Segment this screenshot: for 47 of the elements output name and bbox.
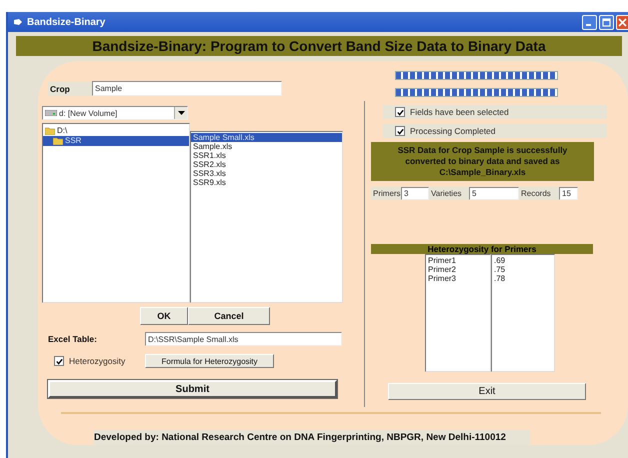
file-item[interactable]: Sample Small.xls <box>191 133 342 142</box>
primer-name: Primer3 <box>427 274 458 283</box>
ok-button[interactable]: OK <box>140 307 188 325</box>
heterozygosity-value: .75 <box>493 265 506 274</box>
stat-label: Primers <box>371 187 401 200</box>
stat-field[interactable]: 15 <box>559 187 578 200</box>
folder-item[interactable]: D:\ <box>43 126 189 136</box>
minimize-icon[interactable] <box>582 14 597 30</box>
stat-label: Varieties <box>429 187 469 200</box>
primer-name: Primer2 <box>427 265 458 274</box>
exit-button[interactable]: Exit <box>388 383 586 400</box>
checkbox[interactable] <box>54 356 64 366</box>
excel-table-label: Excel Table: <box>48 334 98 344</box>
table-title: Heterozygosity for Primers <box>371 244 593 254</box>
maximize-icon[interactable] <box>599 14 614 30</box>
stat-field[interactable]: 5 <box>469 187 519 200</box>
close-icon[interactable] <box>616 14 628 30</box>
footer-credit: Developed by: National Research Centre on DNA Fingerprinting, NBPGR, New Delhi-110012 <box>94 430 530 445</box>
file-item[interactable]: SSR2.xls <box>191 160 342 169</box>
folder-item[interactable]: SSR <box>43 136 189 146</box>
drive-value: d: [New Volume] <box>59 108 118 118</box>
cancel-button[interactable]: Cancel <box>188 307 270 325</box>
program-header: Bandsize-Binary: Program to Convert Band Size Data to Binary Data <box>16 36 622 56</box>
file-item[interactable]: SSR3.xls <box>191 169 342 178</box>
file-item[interactable]: Sample.xls <box>191 142 342 151</box>
file-item[interactable]: SSR1.xls <box>191 151 342 160</box>
submit-button[interactable]: Submit <box>48 380 337 398</box>
checkbox[interactable] <box>395 126 405 136</box>
checkbox[interactable] <box>395 107 405 117</box>
stat-field[interactable]: 3 <box>401 187 429 200</box>
window-title: Bandsize-Binary <box>27 16 106 28</box>
stat-label: Records <box>519 187 559 200</box>
drive-dropdown[interactable]: d: [New Volume] <box>42 106 188 120</box>
heterozygosity-value: .78 <box>493 274 506 283</box>
crop-field[interactable]: Sample <box>92 81 282 96</box>
heterozygosity-value: .69 <box>493 256 506 265</box>
checkbox-label: Processing Completed <box>410 126 496 136</box>
formula-button[interactable]: Formula for Heterozygosity <box>145 354 274 368</box>
crop-label: Crop <box>48 82 92 96</box>
checkbox-label: Heterozygosity <box>69 356 126 366</box>
primer-name: Primer1 <box>427 256 458 265</box>
excel-table-field[interactable]: D:\SSR\Sample Small.xls <box>145 332 342 346</box>
status-message: SSR Data for Crop Sample is successfully converted to binary data and saved as C:\Sample_Binary.xls <box>371 142 594 181</box>
file-item[interactable]: SSR9.xls <box>191 178 342 187</box>
app-icon <box>14 19 22 25</box>
checkbox-label: Fields have been selected <box>410 107 509 117</box>
drive-icon <box>45 110 57 116</box>
